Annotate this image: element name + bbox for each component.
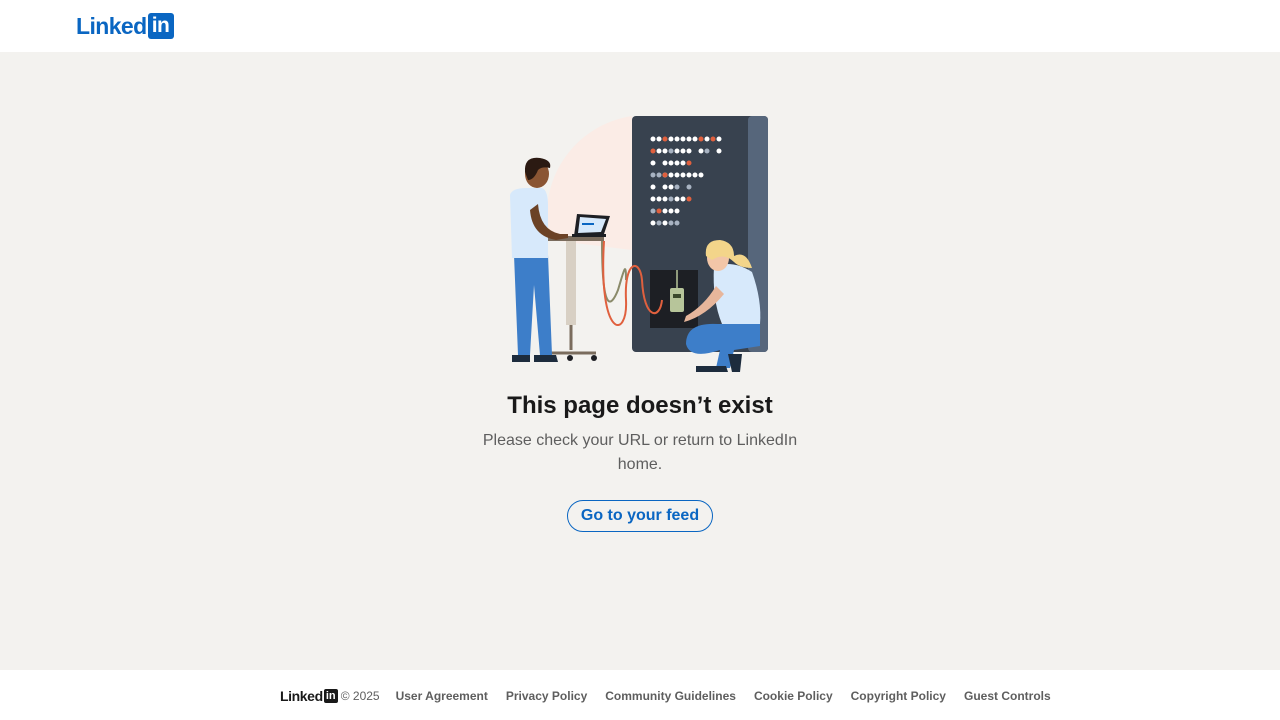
footer-logo-wordmark: Linked: [280, 688, 323, 704]
logo-in-box: in: [147, 13, 174, 39]
server-repair-illustration: [510, 116, 768, 372]
logo-wordmark: Linked: [76, 13, 147, 39]
page-title: This page doesn’t exist: [507, 392, 773, 419]
footer-link-community-guidelines[interactable]: Community Guidelines: [605, 689, 736, 703]
footer-linkedin-logo[interactable]: Linked in: [280, 688, 338, 704]
footer-link-cookie-policy[interactable]: Cookie Policy: [754, 689, 833, 703]
footer-link-guest-controls[interactable]: Guest Controls: [964, 689, 1051, 703]
footer-link-user-agreement[interactable]: User Agreement: [396, 689, 488, 703]
linkedin-logo[interactable]: Linked in: [76, 13, 174, 39]
footer-link-privacy-policy[interactable]: Privacy Policy: [506, 689, 587, 703]
footer-links-bar: Linked in © 2025 User Agreement Privacy …: [280, 687, 1069, 705]
copyright-text: © 2025: [340, 689, 380, 703]
error-message: Please check your URL or return to Linke…: [482, 432, 798, 473]
footer-link-copyright-policy[interactable]: Copyright Policy: [851, 689, 946, 703]
go-to-feed-button[interactable]: Go to your feed: [567, 500, 713, 532]
footer-logo-in-box: in: [323, 689, 338, 703]
top-bar: Linked in: [0, 0, 1280, 52]
footer: Linked in © 2025 User Agreement Privacy …: [0, 670, 1280, 720]
